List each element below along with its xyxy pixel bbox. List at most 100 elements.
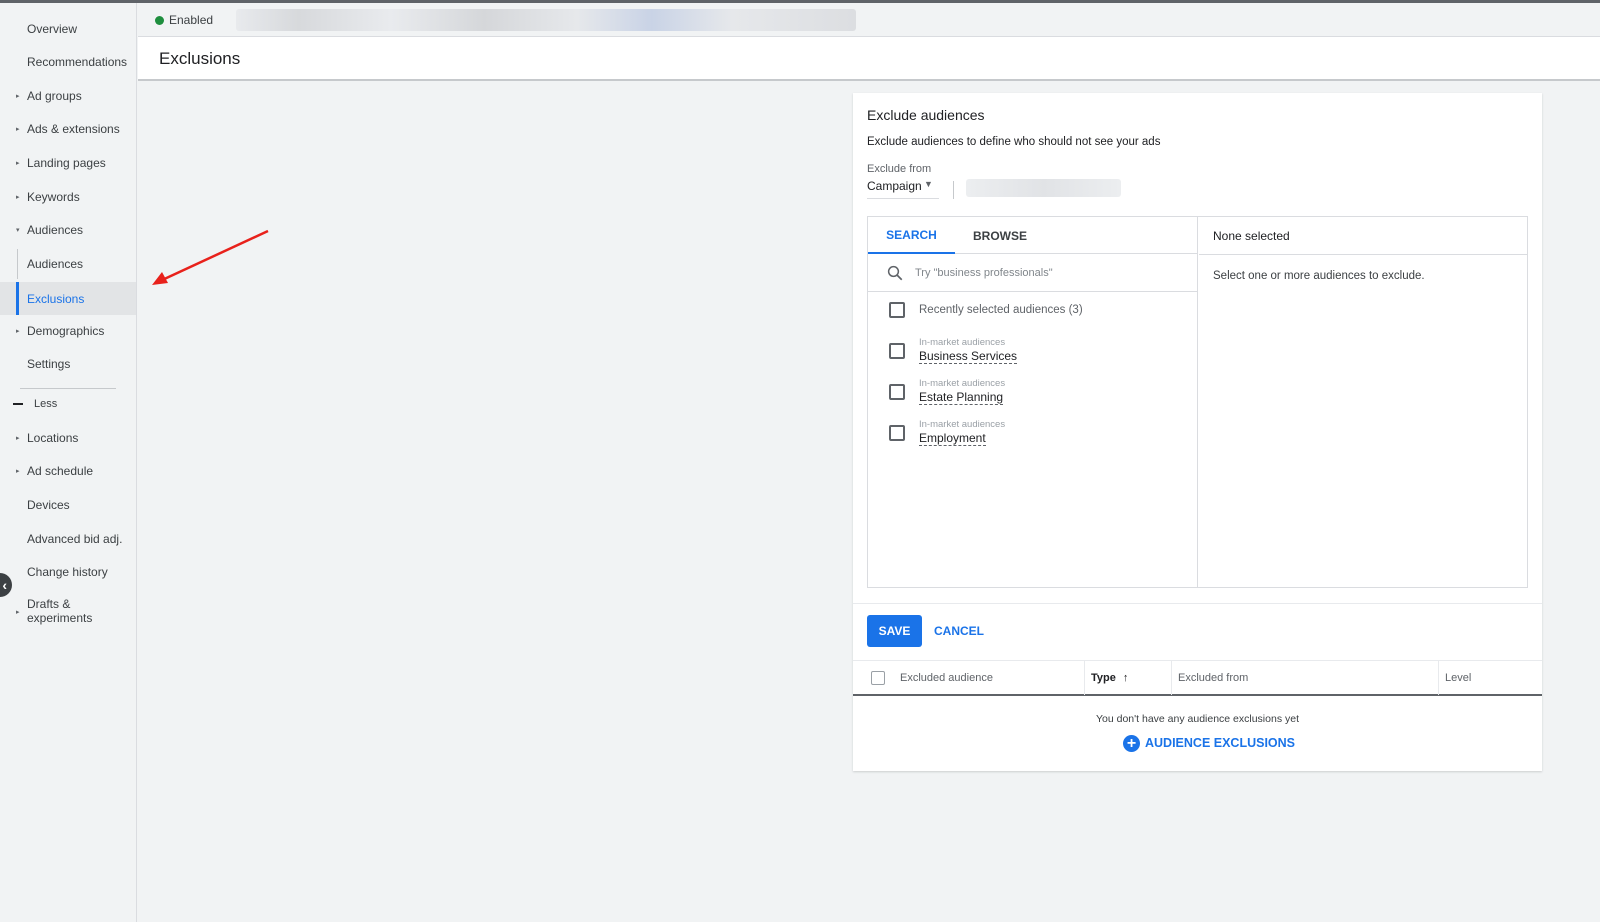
- cancel-button[interactable]: CANCEL: [931, 615, 987, 647]
- column-divider: [1084, 661, 1085, 695]
- search-icon: [887, 265, 903, 281]
- sidebar-item-label: Ads & extensions: [27, 122, 120, 136]
- select-all-checkbox[interactable]: [871, 671, 885, 685]
- add-circle-icon: +: [1123, 734, 1140, 752]
- dropdown-arrow-icon: ▼: [924, 179, 933, 189]
- caret-right-icon: ▸: [16, 126, 20, 133]
- minus-icon: [13, 403, 23, 405]
- selection-hint: Select one or more audiences to exclude.: [1213, 270, 1425, 282]
- audience-checkbox[interactable]: [889, 425, 905, 441]
- sidebar-item-exclusions[interactable]: Exclusions: [0, 282, 136, 315]
- audience-checkbox[interactable]: [889, 343, 905, 359]
- column-type-label: Type: [1091, 672, 1116, 684]
- add-audience-exclusions-button[interactable]: + AUDIENCE EXCLUSIONS: [1123, 733, 1295, 753]
- tab-search[interactable]: SEARCH: [868, 217, 955, 254]
- campaign-status-bar: Enabled: [138, 3, 1600, 37]
- audience-search-input[interactable]: [915, 263, 1185, 283]
- sidebar-item-drafts-experiments[interactable]: ▸ Drafts & experiments: [0, 592, 136, 632]
- sidebar-item-locations[interactable]: ▸ Locations: [0, 423, 136, 453]
- list-item[interactable]: In-market audiences Estate Planning: [868, 375, 1198, 415]
- audience-name: Estate Planning: [919, 390, 1004, 405]
- annotation-arrow-icon: [152, 229, 269, 285]
- caret-right-icon: ▸: [16, 93, 20, 100]
- sidebar-item-audiences[interactable]: Audiences: [0, 249, 136, 279]
- sidebar-item-label-line2: experiments: [27, 611, 93, 625]
- save-button[interactable]: SAVE: [867, 615, 922, 647]
- tab-browse[interactable]: BROWSE: [955, 217, 1045, 254]
- sort-ascending-icon: ↑: [1122, 672, 1129, 684]
- redacted-campaign-name: [966, 179, 1121, 197]
- caret-right-icon: ▸: [16, 328, 20, 335]
- sidebar-item-overview[interactable]: Overview: [0, 14, 136, 44]
- page-title: Exclusions: [159, 49, 241, 68]
- sidebar-item-devices[interactable]: Devices: [0, 490, 136, 520]
- empty-state-message: You don't have any audience exclusions y…: [1095, 713, 1299, 725]
- list-item[interactable]: In-market audiences Business Services: [868, 334, 1198, 374]
- sidebar-item-audiences-group[interactable]: ▾ Audiences: [0, 215, 136, 245]
- sidebar-item-label: Overview: [27, 22, 78, 36]
- chevron-left-icon: ‹: [2, 577, 7, 593]
- exclusions-table-header: Excluded audience Type ↑ Excluded from L…: [853, 660, 1542, 696]
- sidebar-item-advanced-bid-adj[interactable]: Advanced bid adj.: [0, 524, 136, 554]
- column-excluded-from[interactable]: Excluded from: [1178, 672, 1248, 684]
- sidebar-item-label: Devices: [27, 498, 70, 512]
- audience-checkbox[interactable]: [889, 384, 905, 400]
- column-divider: [1171, 661, 1172, 695]
- page-header: Exclusions: [138, 37, 1600, 81]
- caret-right-icon: ▸: [16, 609, 20, 616]
- sidebar-item-label: Landing pages: [27, 156, 106, 170]
- audience-category: In-market audiences: [919, 378, 1006, 389]
- sidebar-item-label: Recommendations: [27, 55, 128, 69]
- recent-audiences-label: Recently selected audiences (3): [919, 304, 1083, 316]
- select-separator: [953, 181, 954, 199]
- sidebar-item-ad-schedule[interactable]: ▸ Ad schedule: [0, 456, 136, 486]
- audience-picker-left: SEARCH BROWSE Recently selected audience…: [868, 217, 1198, 587]
- selection-summary: None selected: [1213, 229, 1290, 243]
- recent-audiences-row[interactable]: Recently selected audiences (3): [868, 294, 1198, 328]
- audience-picker: SEARCH BROWSE Recently selected audience…: [867, 216, 1528, 588]
- sidebar-item-label: Drafts &: [27, 597, 71, 611]
- sidebar-item-label: Audiences: [27, 223, 84, 237]
- sidebar-item-label: Ad schedule: [27, 464, 94, 478]
- exclude-audiences-card: Exclude audiences Exclude audiences to d…: [853, 93, 1542, 771]
- audience-category: In-market audiences: [919, 419, 1006, 430]
- sidebar-item-label: Ad groups: [27, 89, 82, 103]
- actions-divider: [853, 603, 1542, 604]
- caret-right-icon: ▸: [16, 435, 20, 442]
- sidebar-item-keywords[interactable]: ▸ Keywords: [0, 182, 136, 212]
- audience-name: Employment: [919, 431, 986, 446]
- column-type[interactable]: Type ↑: [1091, 672, 1128, 684]
- exclude-from-value: Campaign: [867, 179, 922, 193]
- sidebar-item-label: Advanced bid adj.: [27, 532, 123, 546]
- list-item[interactable]: In-market audiences Employment: [868, 416, 1198, 456]
- sidebar-item-label: Change history: [27, 565, 108, 579]
- status-dot-icon: [155, 16, 164, 25]
- exclude-from-select[interactable]: Campaign ▼: [867, 179, 939, 199]
- column-divider: [1438, 661, 1439, 695]
- sidebar-item-landing-pages[interactable]: ▸ Landing pages: [0, 148, 136, 178]
- caret-right-icon: ▸: [16, 194, 20, 201]
- sidebar-item-ads-extensions[interactable]: ▸ Ads & extensions: [0, 114, 136, 144]
- sidebar-item-label: Demographics: [27, 324, 105, 338]
- sidebar-item-ad-groups[interactable]: ▸ Ad groups: [0, 81, 136, 111]
- status-label[interactable]: Enabled: [169, 13, 213, 27]
- sidebar-item-label: Less: [34, 398, 58, 410]
- caret-right-icon: ▸: [16, 160, 20, 167]
- audience-category: In-market audiences: [919, 337, 1006, 348]
- column-excluded-audience[interactable]: Excluded audience: [900, 672, 993, 684]
- sidebar-item-label: Exclusions: [27, 291, 85, 306]
- picker-tabs: SEARCH BROWSE: [868, 217, 1198, 254]
- caret-right-icon: ▸: [16, 468, 20, 475]
- selection-header-divider: [1199, 254, 1527, 255]
- card-description: Exclude audiences to define who should n…: [867, 136, 1161, 148]
- audience-name: Business Services: [919, 349, 1018, 364]
- sidebar-item-less[interactable]: Less: [0, 389, 136, 419]
- sidebar-item-settings[interactable]: Settings: [0, 349, 136, 379]
- sidebar-item-change-history[interactable]: Change history: [0, 557, 136, 587]
- card-title: Exclude audiences: [867, 107, 985, 123]
- recent-audiences-checkbox[interactable]: [889, 302, 905, 318]
- column-level[interactable]: Level: [1445, 672, 1471, 684]
- sidebar-item-recommendations[interactable]: Recommendations: [0, 47, 136, 77]
- sidebar-item-label: Settings: [27, 357, 71, 371]
- sidebar-item-demographics[interactable]: ▸ Demographics: [0, 316, 136, 346]
